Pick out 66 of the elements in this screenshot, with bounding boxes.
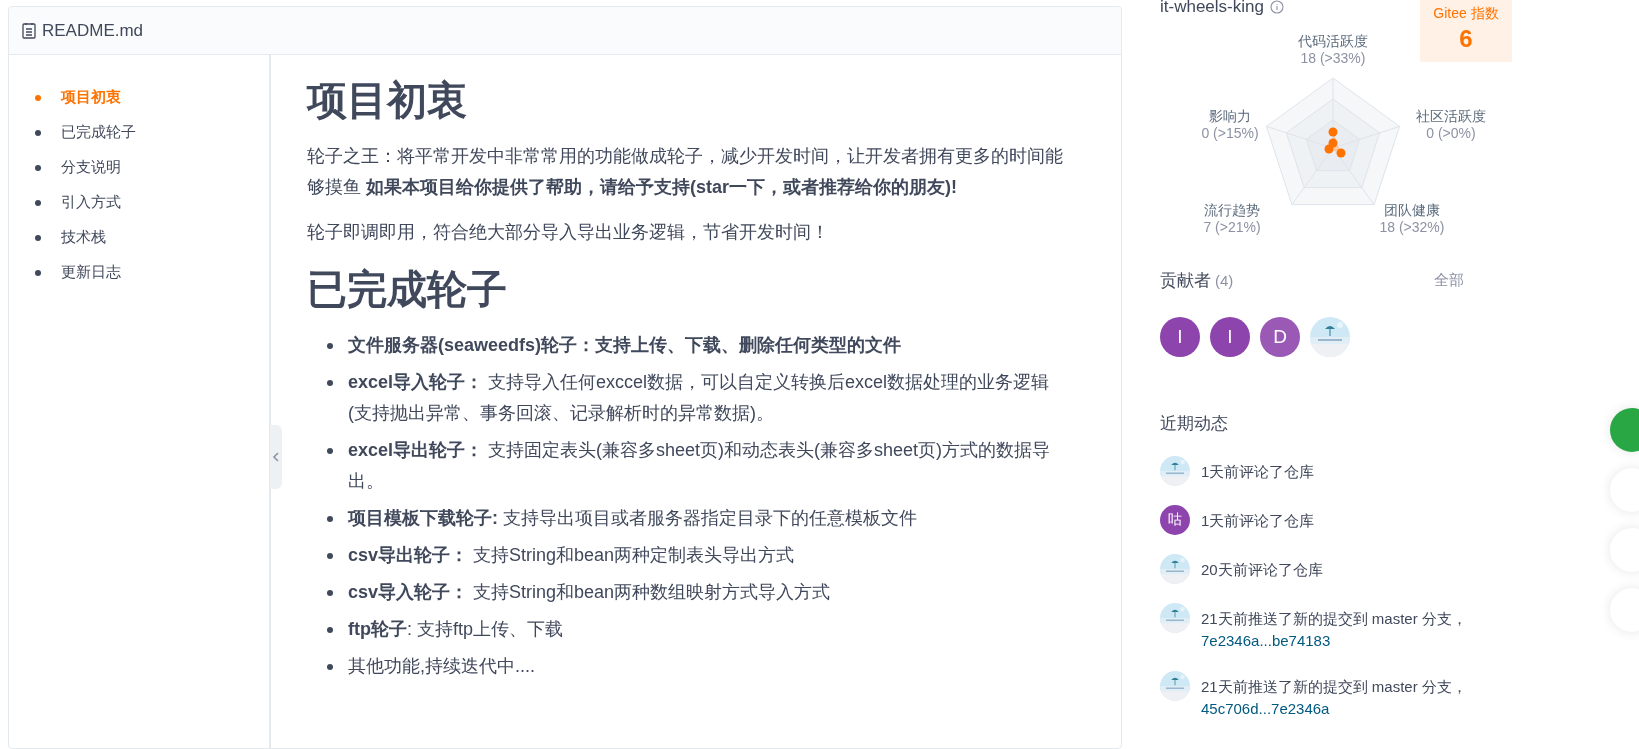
list-item-text: ftp轮子: 支持ftp上传、下载 — [348, 618, 564, 641]
axis-reading: 0 (>0%) — [1425, 125, 1477, 142]
paragraph: 轮子即调即用，符合绝大部分导入导出业务逻辑，节省开发时间！ — [307, 221, 830, 244]
info-icon — [1269, 0, 1284, 14]
bullet-icon — [35, 199, 41, 206]
bullet-icon — [327, 516, 333, 522]
data-point — [1324, 144, 1334, 154]
axis-label: 代码活跃度 — [1297, 33, 1369, 50]
axis-label: 影响力 — [1208, 108, 1252, 125]
section-heading: 项目初衷 — [307, 77, 468, 124]
commit-link[interactable]: 45c706d...7e2346a — [1201, 698, 1467, 720]
data-point — [1328, 127, 1338, 137]
activity-text: 20天前评论了仓库 — [1201, 560, 1323, 580]
toc-item[interactable]: 引入方式 — [61, 193, 121, 212]
repo-name: it-wheels-king — [1160, 0, 1264, 14]
bullet-icon — [35, 234, 41, 241]
list-item-text: 文件服务器(seaweedfs)轮子：支持上传、下载、删除任何类型的文件 — [348, 334, 903, 357]
user-avatar[interactable]: 咕 — [1160, 505, 1190, 535]
activity-text: 21天前推送了新的提交到 master 分支， — [1201, 609, 1467, 629]
section-title: 近期动态 — [1160, 413, 1229, 435]
toc-item[interactable]: 技术栈 — [61, 228, 106, 247]
file-name: README.md — [42, 20, 144, 41]
toc-item[interactable]: 更新日志 — [61, 263, 121, 282]
paragraph: 轮子之王：将平常开发中非常常用的功能做成轮子，减少开发时间，让开发者拥有更多的时间能够摸鱼 如果本项目给你提供了帮助，请给予支持(star一下，或者推荐给你的朋友)! — [307, 145, 1064, 199]
activity-text: 1天前评论了仓库 — [1201, 462, 1315, 482]
axis-label: 社区活跃度 — [1415, 108, 1487, 125]
contributor-count: (4) — [1215, 272, 1234, 289]
bullet-icon — [327, 590, 333, 596]
bullet-icon — [35, 164, 41, 171]
bullet-icon — [327, 627, 333, 633]
collapse-handle[interactable] — [270, 425, 282, 489]
contributor-avatar[interactable]: I — [1210, 317, 1250, 357]
bullet-icon — [327, 380, 333, 386]
toc-item[interactable]: 已完成轮子 — [61, 123, 136, 142]
contributor-avatar[interactable]: I — [1160, 317, 1200, 357]
bullet-icon — [327, 448, 333, 454]
data-point — [1336, 148, 1346, 158]
activity-text: 21天前推送了新的提交到 master 分支， — [1201, 677, 1467, 697]
axis-label: 流行趋势 — [1203, 202, 1261, 219]
gitee-index-value: 6 — [1459, 25, 1473, 53]
axis-reading: 0 (>15%) — [1200, 125, 1260, 142]
bullet-icon — [35, 129, 41, 136]
bullet-icon — [327, 664, 333, 670]
contributor-avatar[interactable]: D — [1260, 317, 1300, 357]
toc-item[interactable]: 分支说明 — [61, 158, 121, 177]
list-item-text: 项目模板下载轮子: 支持导出项目或者服务器指定目录下的任意模板文件 — [348, 507, 918, 530]
section-heading: 已完成轮子 — [307, 266, 508, 313]
bullet-icon — [35, 269, 41, 276]
axis-reading: 18 (>33%) — [1299, 50, 1367, 67]
axis-label: 团队健康 — [1383, 202, 1441, 219]
list-item-text: csv导出轮子： 支持String和bean两种定制表头导出方式 — [348, 544, 796, 567]
list-item-text: 其他功能,持续迭代中.... — [348, 655, 536, 678]
bullet-icon — [327, 343, 333, 349]
list-item-text: excel导出轮子： 支持固定表头(兼容多sheet页)和动态表头(兼容多sheet页)方式的数据导出。 — [348, 439, 1052, 493]
chevron-left-icon — [272, 451, 280, 463]
gitee-index-label: Gitee 指数 — [1433, 5, 1499, 23]
document-icon — [22, 22, 36, 39]
bullet-icon — [327, 553, 333, 559]
list-item-text: excel导入轮子： 支持导入任何exccel数据，可以自定义转换后excel数据处理的业务逻辑(支持抛出异常、事务回滚、记录解析时的异常数据)。 — [348, 371, 1051, 425]
section-title: 贡献者 — [1160, 270, 1211, 292]
bullet-icon — [35, 94, 41, 101]
list-item-text: csv导入轮子： 支持String和bean两种数组映射方式导入方式 — [348, 581, 832, 604]
activity-text: 1天前评论了仓库 — [1201, 511, 1315, 531]
commit-link[interactable]: 7e2346a...be74183 — [1201, 630, 1467, 652]
axis-reading: 7 (>21%) — [1202, 219, 1262, 236]
axis-reading: 18 (>32%) — [1378, 219, 1446, 236]
